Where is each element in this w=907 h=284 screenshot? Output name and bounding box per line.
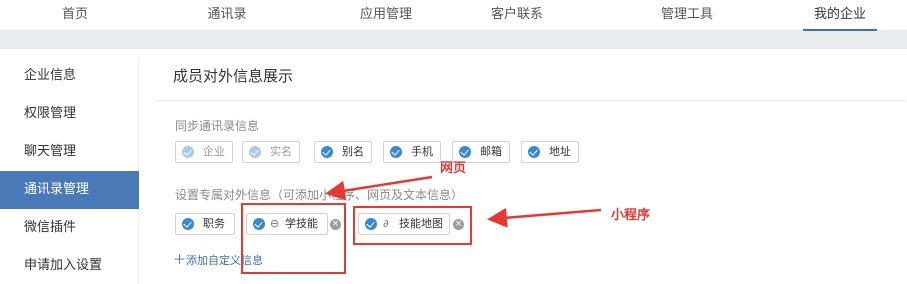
sync-tag-label: 实名 [270,145,292,158]
checkbox-icon [249,146,261,158]
page-title: 成员对外信息展示 [173,67,294,85]
nav-item-customer-contact[interactable]: 客户联系 [472,0,562,31]
nav-item-admin-tools[interactable]: 管理工具 [652,0,722,31]
checkbox-icon[interactable] [182,218,194,230]
sync-tag-label: 邮箱 [480,145,502,158]
nav-item-app-management[interactable]: 应用管理 [346,0,426,31]
sync-tag-phone[interactable]: 手机 [383,141,441,163]
annotation-label-webpage: 网页 [440,161,467,176]
sidebar: 企业信息 权限管理 聊天管理 通讯录管理 微信插件 申请加入设置 [0,57,139,284]
sync-section-label: 同步通讯录信息 [175,119,260,133]
annotation-box-webpage [241,203,346,274]
sidebar-item-contacts-management[interactable]: 通讯录管理 [0,171,139,209]
nav-item-my-enterprise[interactable]: 我的企业 [803,0,877,31]
sync-tag-alias[interactable]: 别名 [314,141,372,163]
sync-tag-label: 手机 [411,145,433,158]
sync-tag-real-name: 实名 [242,141,300,163]
custom-section-label: 设置专属对外信息（可添加小程序、网页及文本信息） [175,188,464,202]
sync-tag-address[interactable]: 地址 [521,141,579,163]
sidebar-item-wechat-plugin[interactable]: 微信插件 [0,209,139,247]
annotation-label-mini-program: 小程序 [611,208,651,223]
sync-tag-label: 企业 [203,145,225,158]
checkbox-icon[interactable] [528,146,540,158]
sync-tag-label: 别名 [342,145,364,158]
checkbox-icon[interactable] [390,146,402,158]
checkbox-icon[interactable] [321,146,333,158]
sidebar-item-permissions[interactable]: 权限管理 [0,95,139,133]
top-nav: 首页 通讯录 应用管理 客户联系 管理工具 我的企业 [0,0,907,31]
checkbox-icon [182,146,194,158]
annotation-box-mini-program [353,206,472,245]
nav-item-contacts[interactable]: 通讯录 [195,0,259,31]
plus-icon: ＋ [173,253,187,268]
sidebar-item-enterprise-info[interactable]: 企业信息 [0,57,139,95]
sidebar-item-chat-management[interactable]: 聊天管理 [0,133,139,171]
custom-tag-label: 职务 [203,217,225,230]
sync-tag-label: 地址 [549,145,571,158]
sidebar-item-join-settings[interactable]: 申请加入设置 [0,247,139,284]
nav-item-home[interactable]: 首页 [52,0,98,31]
header-band [0,31,907,49]
custom-tag-position[interactable]: 职务 [175,213,235,235]
divider [156,100,906,101]
sync-tag-enterprise: 企业 [175,141,233,163]
